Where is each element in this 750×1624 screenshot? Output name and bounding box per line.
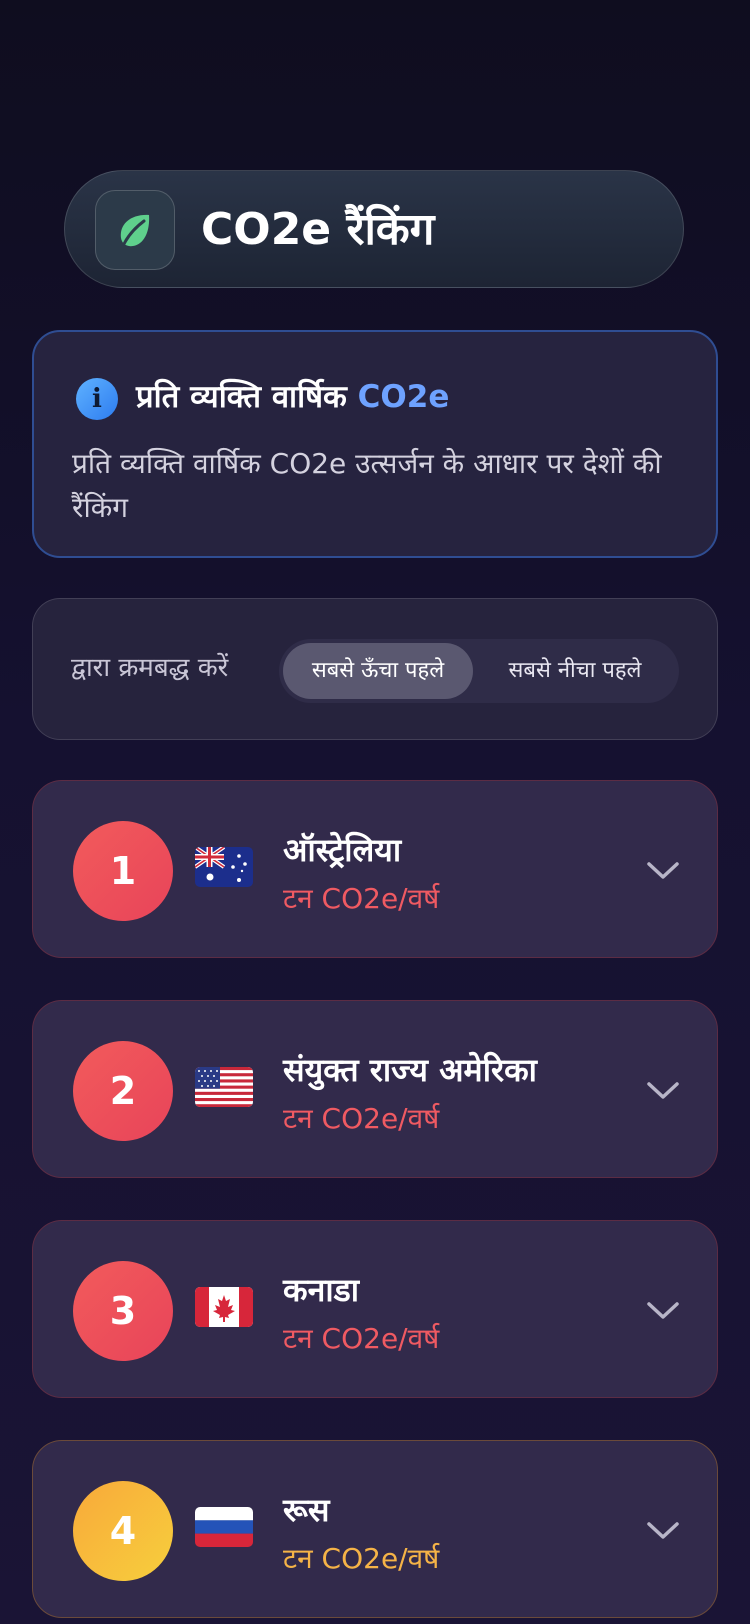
country-unit: टन CO2e/वर्ष — [283, 1542, 440, 1575]
ranking-card[interactable]: 3 कनाडा टन CO2e/वर्ष — [32, 1220, 718, 1398]
rank-badge: 4 — [73, 1481, 173, 1581]
sort-label: द्वारा क्रमबद्ध करें — [71, 653, 229, 683]
ranking-card[interactable]: 4 रूस टन CO2e/वर्ष — [32, 1440, 718, 1618]
leaf-icon — [120, 214, 150, 247]
country-unit: टन CO2e/वर्ष — [283, 1322, 440, 1355]
russia-flag-icon — [195, 1507, 253, 1547]
country-name: ऑस्ट्रेलिया — [283, 831, 402, 869]
info-title-metric: CO2e — [357, 379, 450, 415]
rank-badge: 1 — [73, 821, 173, 921]
country-name: संयुक्त राज्य अमेरिका — [283, 1051, 537, 1089]
page-title: CO2e रैंकिंग — [201, 204, 435, 255]
info-title-text: प्रति व्यक्ति वार्षिक — [136, 379, 347, 415]
chevron-down-icon[interactable] — [643, 1295, 683, 1325]
app-logo — [95, 190, 175, 270]
sort-highest-first-button[interactable]: सबसे ऊँचा पहले — [283, 643, 473, 699]
header-bar: CO2e रैंकिंग — [64, 170, 684, 288]
info-description: प्रति व्यक्ति वार्षिक CO2e उत्सर्जन के आ… — [72, 447, 662, 524]
australia-flag-icon — [195, 847, 253, 887]
info-card: i प्रति व्यक्ति वार्षिक CO2e प्रति व्यक्… — [32, 330, 718, 558]
ranking-card[interactable]: 2 संयुक्त राज्य अमेरिका टन CO2e/वर्ष — [32, 1000, 718, 1178]
canada-flag-icon — [195, 1287, 253, 1327]
country-name: कनाडा — [283, 1271, 360, 1309]
country-name: रूस — [283, 1491, 330, 1529]
ranking-card[interactable]: 1 ऑस्ट्रेलिया टन CO2e/वर्ष — [32, 780, 718, 958]
rank-badge: 2 — [73, 1041, 173, 1141]
chevron-down-icon[interactable] — [643, 1515, 683, 1545]
sort-segmented-control: सबसे ऊँचा पहले सबसे नीचा पहले — [279, 639, 679, 703]
chevron-down-icon[interactable] — [643, 855, 683, 885]
sort-card: द्वारा क्रमबद्ध करें सबसे ऊँचा पहले सबसे… — [32, 598, 718, 740]
country-unit: टन CO2e/वर्ष — [283, 882, 440, 915]
sort-lowest-first-button[interactable]: सबसे नीचा पहले — [477, 643, 673, 699]
rank-badge: 3 — [73, 1261, 173, 1361]
info-title: प्रति व्यक्ति वार्षिक CO2e — [136, 372, 449, 422]
info-icon: i — [76, 378, 118, 420]
usa-flag-icon — [195, 1067, 253, 1107]
chevron-down-icon[interactable] — [643, 1075, 683, 1105]
country-unit: टन CO2e/वर्ष — [283, 1102, 440, 1135]
